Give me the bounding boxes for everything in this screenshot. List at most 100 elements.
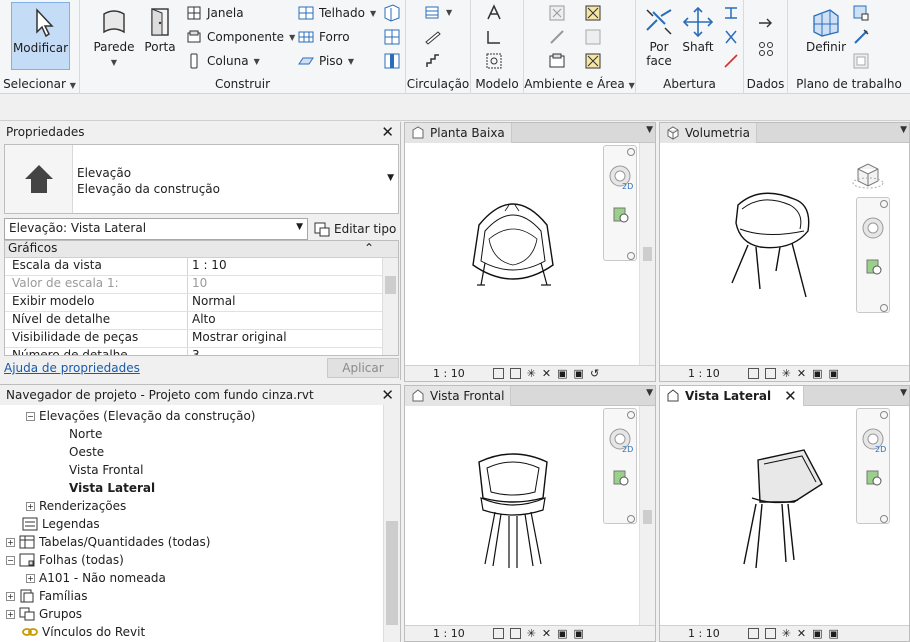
group-graphics[interactable]: Gráficos ⌃ (5, 241, 398, 258)
show-workplane-icon[interactable] (852, 4, 870, 22)
crop-view-icon[interactable]: ▣ (557, 367, 567, 380)
navigation-bar[interactable]: 2D (603, 408, 637, 524)
expand-icon[interactable]: + (6, 537, 15, 547)
scroll-thumb[interactable] (385, 276, 396, 294)
sun-path-icon[interactable]: ✳ (527, 367, 536, 380)
roof-button[interactable]: Telhado ▼ (298, 2, 376, 24)
room-icon[interactable] (548, 4, 566, 22)
dormer-icon[interactable] (722, 52, 740, 70)
tree-node-revit-links[interactable]: Vínculos do Revit (22, 623, 145, 641)
view-scrollbar[interactable] (639, 143, 655, 365)
browser-scrollbar[interactable] (383, 405, 400, 642)
properties-scrollbar[interactable] (382, 258, 398, 355)
shadows-icon[interactable]: ✕ (542, 367, 551, 380)
railing-icon[interactable] (424, 4, 442, 22)
shadows-icon[interactable]: ✕ (797, 627, 806, 640)
mullion-icon[interactable] (383, 52, 401, 70)
close-icon[interactable]: ✕ (381, 387, 394, 403)
shaft-button[interactable]: Shaft (676, 2, 720, 70)
detail-level-icon[interactable] (492, 628, 504, 639)
view-scale[interactable]: 1 : 10 (688, 627, 720, 640)
area-boundary-icon[interactable] (584, 4, 602, 22)
sun-path-icon[interactable]: ✳ (782, 627, 791, 640)
visual-style-icon[interactable] (509, 368, 521, 379)
model-line-icon[interactable] (485, 28, 503, 46)
expand-icon[interactable]: + (26, 573, 35, 583)
view-scale[interactable]: 1 : 10 (433, 367, 465, 380)
view-menu-icon[interactable]: ▼ (900, 388, 907, 398)
floor-button[interactable]: Piso ▼ (298, 50, 354, 72)
stair-icon[interactable] (424, 52, 442, 70)
detail-level-icon[interactable] (747, 628, 759, 639)
prop-row[interactable]: Exibir modelo Normal (5, 294, 398, 312)
navigation-bar[interactable]: 2D (603, 145, 637, 261)
room-separator-icon[interactable] (548, 28, 566, 46)
show-crop-icon[interactable]: ▣ (574, 367, 584, 380)
area-plan-icon[interactable] (584, 52, 602, 70)
tree-node-norte[interactable]: Norte (69, 425, 102, 443)
crop-view-icon[interactable]: ▣ (557, 627, 567, 640)
navigation-bar[interactable]: 2D (856, 408, 890, 524)
selecionar-dropdown[interactable]: Selecionar ▼ (0, 77, 79, 91)
tree-node-families[interactable]: + Famílias (6, 587, 87, 605)
tree-node-oeste[interactable]: Oeste (69, 443, 104, 461)
component-button[interactable]: Componente ▼ (186, 26, 295, 48)
ceiling-button[interactable]: Forro (298, 26, 350, 48)
grid-icon[interactable] (757, 40, 775, 58)
wall-opening-icon[interactable] (722, 4, 740, 22)
scroll-thumb[interactable] (643, 510, 652, 524)
window-button[interactable]: Janela (186, 2, 244, 24)
tree-node-legends[interactable]: Legendas (22, 515, 100, 533)
tree-node-a101[interactable]: + A101 - Não nomeada (26, 569, 166, 587)
area-icon[interactable] (548, 52, 566, 70)
apply-button[interactable]: Aplicar (327, 358, 399, 378)
detail-level-icon[interactable] (492, 368, 504, 379)
detail-level-icon[interactable] (747, 368, 759, 379)
wall-button[interactable]: Parede ▼ (88, 2, 140, 70)
tree-node-sheets[interactable]: − Folhas (todas) (6, 551, 124, 569)
view-scale[interactable]: 1 : 10 (433, 627, 465, 640)
ref-plane-icon[interactable] (852, 28, 870, 46)
shadows-icon[interactable]: ✕ (797, 367, 806, 380)
type-selector[interactable]: Elevação Elevação da construção ▼ (4, 144, 399, 214)
scroll-thumb[interactable] (643, 247, 652, 261)
scroll-thumb[interactable] (386, 521, 398, 625)
tree-node-vista-frontal[interactable]: Vista Frontal (69, 461, 143, 479)
expand-icon[interactable]: + (6, 591, 15, 601)
close-icon[interactable]: ✕ (381, 124, 394, 140)
prop-row[interactable]: Escala da vista 1 : 10 (5, 258, 398, 276)
vertical-opening-icon[interactable] (722, 28, 740, 46)
view-menu-icon[interactable]: ▼ (646, 388, 653, 398)
by-face-button[interactable]: Por face (640, 2, 678, 70)
collapse-icon[interactable]: − (26, 411, 35, 421)
view-scrollbar[interactable] (639, 406, 655, 625)
ramp-icon[interactable] (424, 28, 442, 46)
show-crop-icon[interactable]: ▣ (574, 627, 584, 640)
model-text-icon[interactable] (485, 4, 503, 22)
sun-path-icon[interactable]: ✳ (782, 367, 791, 380)
curtain-system-icon[interactable] (383, 4, 401, 22)
tag-room-icon[interactable] (584, 28, 602, 46)
expand-icon[interactable]: + (6, 609, 15, 619)
curtain-grid-icon[interactable] (383, 28, 401, 46)
door-button[interactable]: Porta (134, 2, 186, 70)
expand-icon[interactable]: + (26, 501, 35, 511)
tree-node-renderings[interactable]: + Renderizações (26, 497, 126, 515)
modify-button[interactable]: Modificar (11, 2, 70, 70)
tree-node-schedules[interactable]: + Tabelas/Quantidades (todas) (6, 533, 210, 551)
tab-vista-frontal[interactable]: Vista Frontal (405, 386, 512, 406)
tree-node-vista-lateral[interactable]: Vista Lateral (69, 479, 155, 497)
level-icon[interactable] (757, 14, 775, 32)
shadows-icon[interactable]: ✕ (542, 627, 551, 640)
collapse-icon[interactable]: − (6, 555, 15, 565)
chevron-down-icon[interactable]: ▼ (387, 173, 394, 183)
define-button[interactable]: Definir (804, 2, 848, 70)
prop-row[interactable]: Número de detalhe 3 (5, 348, 398, 355)
close-icon[interactable]: ✕ (784, 388, 797, 404)
tab-volumetria[interactable]: Volumetria (660, 123, 757, 143)
tab-planta-baixa[interactable]: Planta Baixa (405, 123, 512, 143)
model-group-icon[interactable] (485, 52, 503, 70)
prop-row[interactable]: Nível de detalhe Alto (5, 312, 398, 330)
sun-path-icon[interactable]: ✳ (527, 627, 536, 640)
tab-vista-lateral[interactable]: Vista Lateral ✕ (660, 386, 804, 406)
